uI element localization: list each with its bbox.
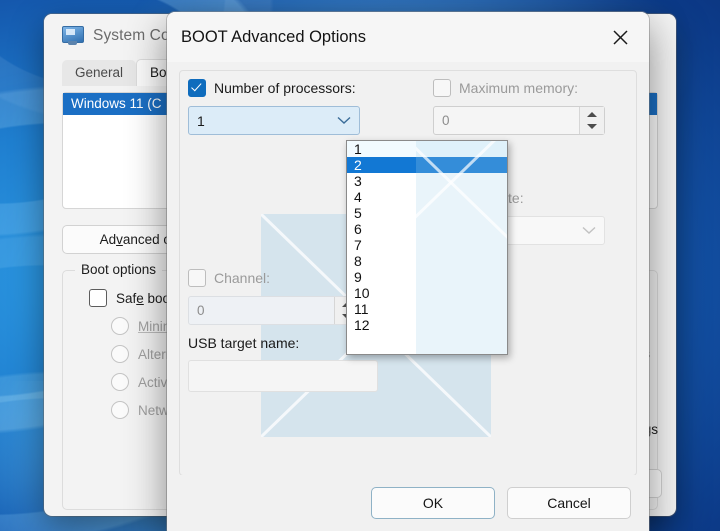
- stepper-up-icon[interactable]: [587, 112, 597, 118]
- radio-icon[interactable]: [111, 401, 129, 419]
- number-of-processors-checkbox[interactable]: Number of processors:: [188, 79, 360, 97]
- usb-target-name-input[interactable]: [188, 360, 378, 392]
- ok-button[interactable]: OK: [371, 487, 495, 519]
- system-configuration-icon: [62, 26, 84, 46]
- channel-label: Channel:: [214, 270, 271, 286]
- processors-field: Number of processors: 1: [188, 79, 360, 135]
- number-of-processors-label: Number of processors:: [214, 80, 356, 96]
- list-item[interactable]: 10: [347, 285, 507, 301]
- radio-icon[interactable]: [111, 317, 129, 335]
- radio-icon[interactable]: [111, 345, 129, 363]
- safe-boot-label: Safe boo: [116, 290, 171, 306]
- list-item[interactable]: 1: [347, 141, 507, 157]
- dialog-title: BOOT Advanced Options: [181, 27, 366, 46]
- boot-options-legend: Boot options: [75, 262, 163, 277]
- checkbox-icon[interactable]: [188, 269, 206, 287]
- list-item[interactable]: 7: [347, 237, 507, 253]
- list-item[interactable]: 2: [347, 157, 507, 173]
- channel-stepper[interactable]: 0: [188, 296, 360, 325]
- maximum-memory-value[interactable]: 0: [434, 107, 579, 134]
- chevron-down-icon[interactable]: [337, 114, 351, 128]
- checkbox-icon[interactable]: [188, 79, 206, 97]
- chevron-down-icon[interactable]: [582, 224, 596, 238]
- checkbox-icon[interactable]: [89, 289, 107, 307]
- advanced-options-accel: v: [116, 232, 123, 247]
- stepper-down-icon[interactable]: [587, 123, 597, 129]
- list-item[interactable]: 3: [347, 173, 507, 189]
- list-item[interactable]: 12: [347, 317, 507, 333]
- list-item[interactable]: 4: [347, 189, 507, 205]
- number-of-processors-combobox[interactable]: 1: [188, 106, 360, 135]
- channel-field: Channel: 0: [188, 269, 360, 325]
- list-item[interactable]: 8: [347, 253, 507, 269]
- radio-icon[interactable]: [111, 373, 129, 391]
- dialog-titlebar[interactable]: BOOT Advanced Options: [167, 12, 649, 62]
- channel-checkbox[interactable]: Channel:: [188, 269, 360, 287]
- cancel-button[interactable]: Cancel: [507, 487, 631, 519]
- maximum-memory-checkbox[interactable]: Maximum memory:: [433, 79, 605, 97]
- channel-value[interactable]: 0: [189, 297, 334, 324]
- list-item[interactable]: 9: [347, 269, 507, 285]
- list-item[interactable]: 11: [347, 301, 507, 317]
- boot-advanced-options-dialog[interactable]: BOOT Advanced Options Number of processo…: [167, 12, 649, 531]
- maximum-memory-field: Maximum memory: 0: [433, 79, 605, 135]
- number-of-processors-value: 1: [197, 112, 205, 129]
- close-icon[interactable]: [605, 24, 635, 50]
- number-of-processors-dropdown-list[interactable]: 1 2 3 4 5 6 7 8 9 10 11 12: [346, 140, 508, 355]
- checkbox-icon[interactable]: [433, 79, 451, 97]
- list-item[interactable]: 6: [347, 221, 507, 237]
- maximum-memory-label: Maximum memory:: [459, 80, 579, 96]
- tab-general[interactable]: General: [62, 60, 137, 86]
- advanced-options-label-prefix: Ad: [99, 232, 117, 247]
- stepper-arrows[interactable]: [579, 107, 604, 134]
- list-item[interactable]: 5: [347, 205, 507, 221]
- maximum-memory-stepper[interactable]: 0: [433, 106, 605, 135]
- dialog-button-bar: OK Cancel: [167, 475, 649, 531]
